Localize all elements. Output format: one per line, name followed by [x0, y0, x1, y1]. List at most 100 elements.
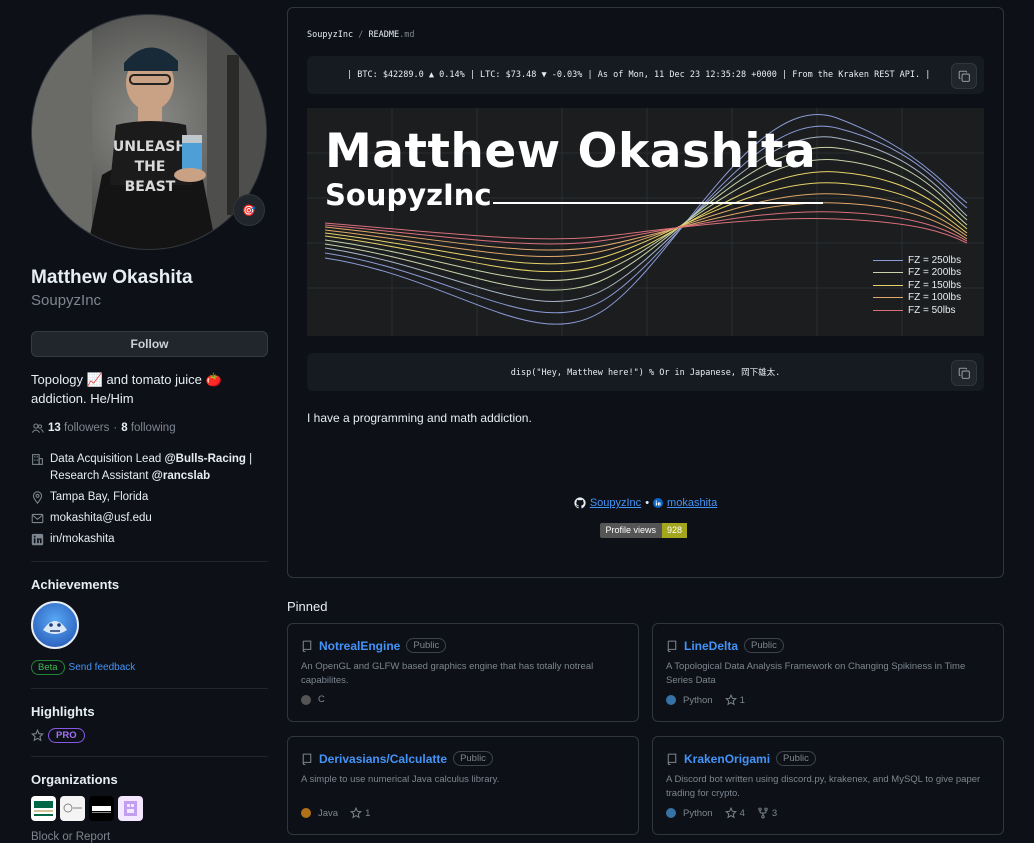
org-pixel-logo-icon[interactable] — [118, 796, 143, 821]
profile-views-count: 928 — [662, 523, 688, 538]
social-separator: • — [645, 497, 650, 509]
repo-stars-link[interactable]: 1 — [350, 807, 370, 819]
legend-label: FZ = 50lbs — [908, 304, 956, 316]
following-count: 8 — [121, 421, 128, 434]
repo-language: C — [301, 694, 325, 705]
org-line2-prefix: Research Assistant — [50, 470, 152, 482]
readme-intro: I have a programming and math addiction. — [307, 411, 532, 425]
code-snippet-text: disp("Hey, Matthew here!") % Or in Japan… — [510, 368, 781, 378]
profile-username: SoupyzInc — [31, 292, 102, 309]
linkedin-link[interactable]: in/mokashita — [50, 531, 115, 548]
email-detail: mokashita@usf.edu — [31, 510, 268, 527]
org-line1-prefix: Data Acquisition Lead — [50, 453, 165, 465]
stars-count: 1 — [739, 694, 745, 706]
legend-swatch — [873, 272, 903, 274]
repo-name-link[interactable]: KrakenOrigami — [684, 752, 770, 766]
copy-button[interactable] — [951, 63, 977, 89]
banner-underline — [493, 202, 823, 204]
repo-forks-link[interactable]: 3 — [757, 807, 777, 819]
forks-count: 3 — [771, 807, 778, 819]
org-rancslab-logo-icon[interactable] — [60, 796, 85, 821]
readme-breadcrumb: SoupyzInc / README.md — [307, 30, 984, 40]
star-icon — [31, 729, 44, 742]
repo-icon — [302, 753, 312, 765]
github-profile-link[interactable]: SoupyzInc — [590, 497, 641, 509]
stars-count: 1 — [365, 807, 371, 819]
legend-label: FZ = 100lbs — [908, 292, 962, 304]
bio-line-1: Topology 📈 and tomato juice 🍅 — [31, 372, 222, 387]
copy-button[interactable] — [951, 360, 977, 386]
follow-button[interactable]: Follow — [31, 331, 268, 357]
email-link[interactable]: mokashita@usf.edu — [50, 510, 152, 527]
org-line1-suffix: | — [245, 453, 253, 465]
breadcrumb-file-link[interactable]: README — [368, 30, 399, 40]
repo-name-link[interactable]: LineDelta — [684, 639, 738, 653]
repo-visibility-badge: Public — [744, 638, 784, 653]
shark-icon — [43, 621, 67, 634]
pro-badge[interactable]: PRO — [48, 728, 85, 743]
legend-swatch — [873, 309, 903, 311]
send-feedback-link[interactable]: Send feedback — [69, 662, 136, 673]
avatar[interactable]: UNLEASH THE BEAST — [31, 14, 267, 250]
repo-name-link[interactable]: Derivasians/Calculatte — [319, 752, 447, 766]
readme-box: SoupyzInc / README.md | BTC: $42289.0 ▲ … — [287, 7, 1004, 578]
language-dot — [666, 695, 676, 705]
linkedin-profile-link[interactable]: mokashita — [667, 497, 717, 509]
following-link[interactable]: 8 following — [121, 422, 175, 434]
breadcrumb-file-ext: .md — [399, 30, 415, 40]
fork-icon — [758, 807, 768, 819]
repo-stars-link[interactable]: 4 — [724, 807, 745, 819]
legend-label: FZ = 150lbs — [908, 279, 962, 291]
repo-description: An OpenGL and GLFW based graphics engine… — [301, 661, 594, 686]
github-icon — [574, 497, 586, 509]
repo-language: Java — [301, 808, 338, 819]
follow-stats: 13 followers · 8 following — [31, 420, 268, 435]
repo-stars-link[interactable]: 1 — [724, 694, 745, 706]
linkedin-icon — [31, 533, 44, 546]
repo-language: Python — [666, 695, 713, 706]
svg-text:THE: THE — [135, 159, 166, 175]
status-button[interactable]: 🎯 — [233, 194, 265, 226]
bulls-racing-logo-icon — [92, 806, 111, 813]
legend-label: FZ = 200lbs — [908, 267, 962, 279]
readme-banner-image: Matthew Okashita SoupyzInc FZ = 250lbs F… — [307, 108, 984, 336]
pixel-logo-icon — [124, 801, 137, 816]
linkedin-detail: in/mokashita — [31, 531, 268, 548]
org-bulls-racing-logo-icon[interactable] — [89, 796, 114, 821]
pinned-title: Pinned — [287, 599, 328, 614]
repo-visibility-badge: Public — [453, 751, 493, 766]
repo-name-link[interactable]: NotrealEngine — [319, 639, 400, 653]
language-dot — [301, 808, 311, 818]
block-or-report-link[interactable]: Block or Report — [31, 831, 268, 843]
mail-icon — [31, 513, 44, 524]
linkedin-icon — [653, 498, 664, 508]
highlight-pro: PRO — [31, 728, 268, 743]
repo-visibility-badge: Public — [406, 638, 447, 653]
language-dot — [666, 808, 676, 818]
followers-link[interactable]: 13 followers — [48, 422, 109, 434]
profile-views-label: Profile views — [599, 523, 663, 538]
org-usf-logo-icon[interactable] — [31, 796, 56, 821]
pinned-repo-card: KrakenOrigami Public A Discord bot writt… — [652, 736, 1004, 835]
svg-text:UNLEASH: UNLEASH — [113, 139, 187, 155]
repo-icon — [302, 640, 312, 652]
stars-count: 4 — [739, 807, 745, 819]
organization-detail: Data Acquisition Lead @Bulls-Racing | Re… — [31, 451, 268, 485]
achievement-badge-shark-icon[interactable] — [31, 601, 79, 649]
language-label: Python — [683, 694, 713, 706]
legend-item: FZ = 50lbs — [873, 304, 961, 317]
achievements-title: Achievements — [31, 577, 120, 592]
bulls-racing-link[interactable]: @Bulls-Racing — [164, 453, 246, 465]
breadcrumb-user-link[interactable]: SoupyzInc — [307, 30, 353, 40]
profile-views-badge: Profile views 928 — [599, 523, 692, 538]
usf-logo-icon — [34, 801, 53, 816]
beta-badge: Beta — [31, 660, 65, 675]
language-dot — [301, 694, 311, 705]
rancslab-logo-icon — [63, 803, 82, 813]
repo-description: A Topological Data Analysis Framework on… — [666, 661, 966, 686]
organizations-list — [31, 796, 268, 821]
copy-icon — [958, 70, 970, 82]
rancslab-link[interactable]: @rancslab — [152, 470, 211, 482]
followers-label: followers — [64, 421, 110, 434]
repo-icon — [667, 640, 677, 652]
